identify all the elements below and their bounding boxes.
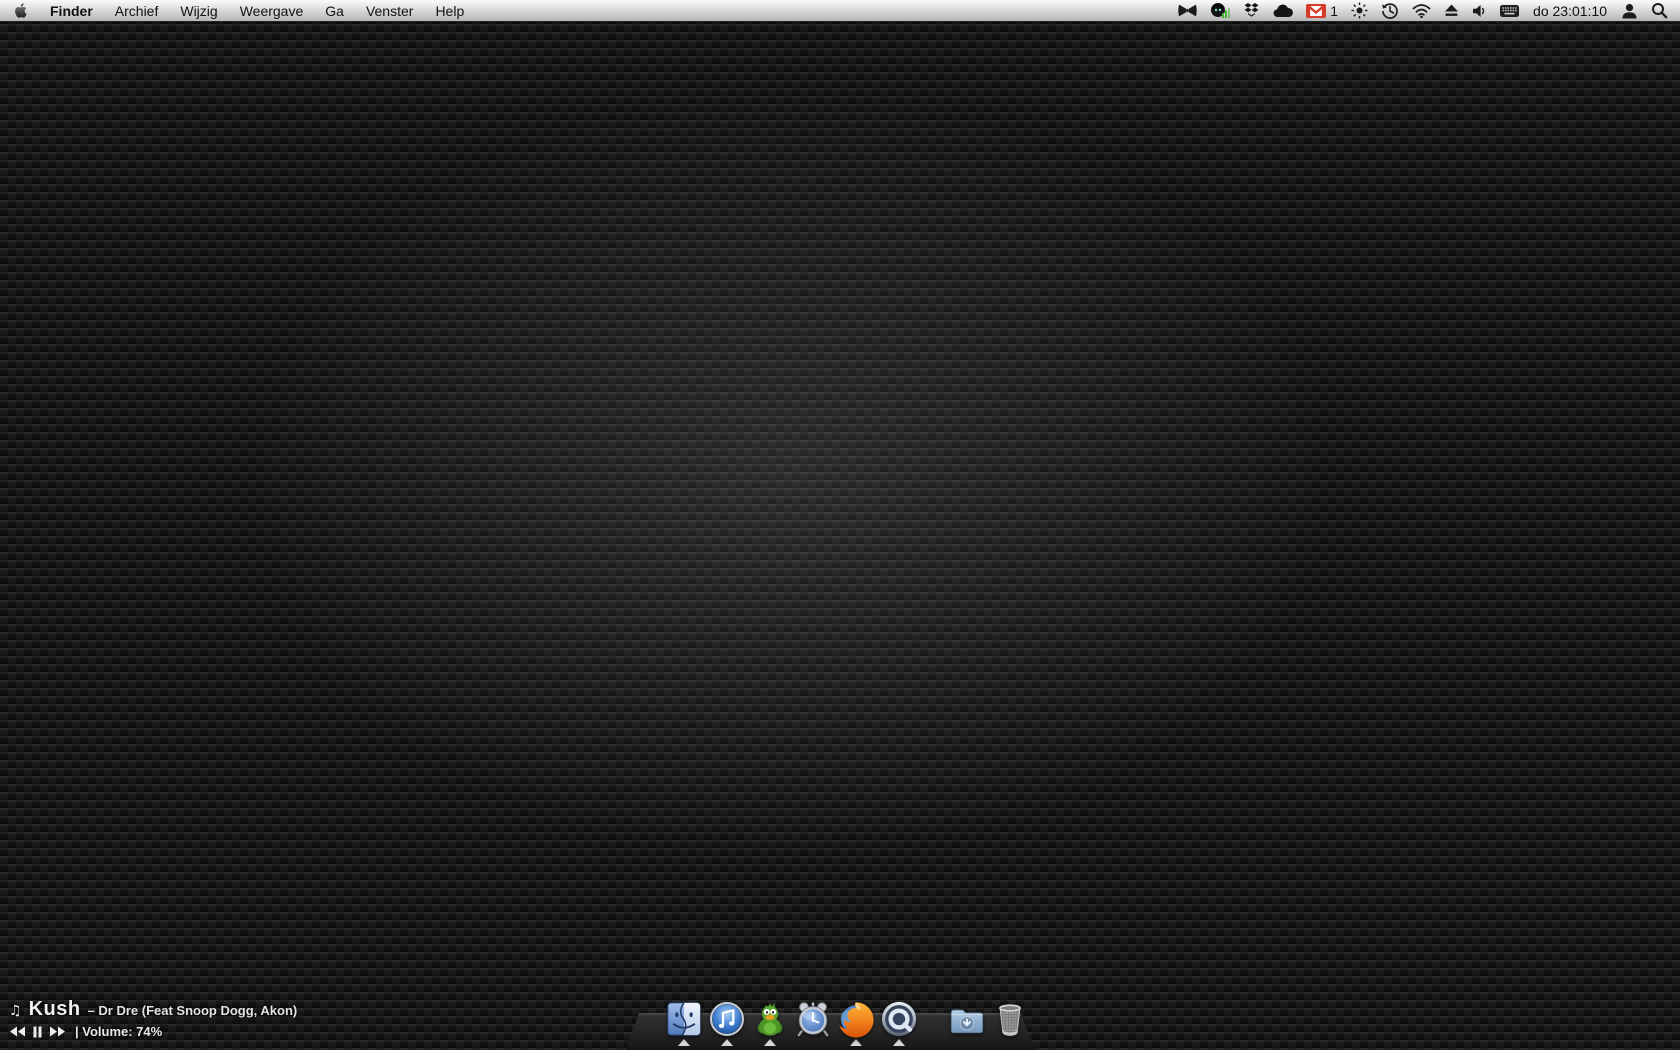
user-icon[interactable] — [1619, 0, 1640, 21]
menu-finder[interactable]: Finder — [39, 0, 104, 21]
gmail-status[interactable]: 1 — [1304, 0, 1340, 21]
menu-weergave[interactable]: Weergave — [229, 0, 315, 21]
dock-item-quicktime[interactable] — [879, 1000, 919, 1046]
apple-menu[interactable] — [0, 0, 39, 21]
finder-icon — [667, 1002, 701, 1036]
dock-item-firefox[interactable] — [836, 1000, 876, 1046]
gmail-unread-count: 1 — [1330, 2, 1339, 19]
gmail-icon — [1306, 3, 1327, 18]
menu-ga[interactable]: Ga — [314, 0, 355, 21]
dock — [664, 1000, 1030, 1046]
dock-item-trash[interactable] — [990, 1000, 1030, 1046]
spotlight-icon[interactable] — [1649, 0, 1670, 21]
volume-readout: | Volume: 74% — [75, 1024, 163, 1039]
dock-item-alarm-clock[interactable] — [793, 1000, 833, 1046]
dock-item-downloads-folder[interactable] — [947, 1000, 987, 1046]
cloud-icon[interactable] — [1271, 0, 1295, 21]
time-machine-icon[interactable] — [1379, 0, 1401, 21]
eject-icon[interactable] — [1442, 0, 1461, 21]
menu-clock[interactable]: do 23:01:10 — [1530, 3, 1610, 19]
app-monitor-icon[interactable] — [1208, 0, 1232, 21]
quicktime-icon — [881, 1001, 917, 1037]
alarm-clock-icon — [797, 1002, 829, 1037]
dock-item-adium[interactable] — [750, 1000, 790, 1046]
now-playing-overlay: ♫ Kush – Dr Dre (Feat Snoop Dogg, Akon) … — [9, 998, 297, 1039]
volume-icon[interactable] — [1470, 0, 1489, 21]
wifi-icon[interactable] — [1410, 0, 1433, 21]
brightness-icon[interactable] — [1349, 0, 1370, 21]
itunes-icon — [709, 1001, 745, 1037]
running-indicator — [893, 1039, 905, 1046]
wallpaper-glow — [0, 0, 1680, 1050]
menu-archief[interactable]: Archief — [104, 0, 170, 21]
bowtie-icon[interactable] — [1176, 0, 1199, 21]
firefox-icon — [839, 1002, 874, 1038]
menu-help[interactable]: Help — [424, 0, 475, 21]
running-indicator — [850, 1039, 862, 1046]
music-note-icon: ♫ — [9, 1003, 22, 1019]
apple-icon — [15, 3, 27, 18]
fast-forward-button[interactable] — [49, 1026, 66, 1037]
trash-icon — [999, 1004, 1021, 1036]
track-artist: – Dr Dre (Feat Snoop Dogg, Akon) — [87, 1003, 298, 1018]
menu-bar: Finder Archief Wijzig Weergave Ga Venste… — [0, 0, 1680, 22]
running-indicator — [721, 1039, 733, 1046]
downloads-folder-icon — [950, 1009, 984, 1034]
menu-wijzig[interactable]: Wijzig — [169, 0, 228, 21]
keyboard-icon[interactable] — [1498, 0, 1521, 21]
track-title: Kush — [28, 998, 81, 1020]
dock-item-finder[interactable] — [664, 1000, 704, 1046]
pause-button[interactable] — [33, 1026, 42, 1038]
running-indicator — [678, 1039, 690, 1046]
rewind-button[interactable] — [9, 1026, 26, 1037]
menu-venster[interactable]: Venster — [355, 0, 424, 21]
running-indicator — [764, 1039, 776, 1046]
dropbox-icon[interactable] — [1241, 0, 1262, 21]
dock-item-itunes[interactable] — [707, 1000, 747, 1046]
adium-duck-icon — [757, 1002, 783, 1036]
